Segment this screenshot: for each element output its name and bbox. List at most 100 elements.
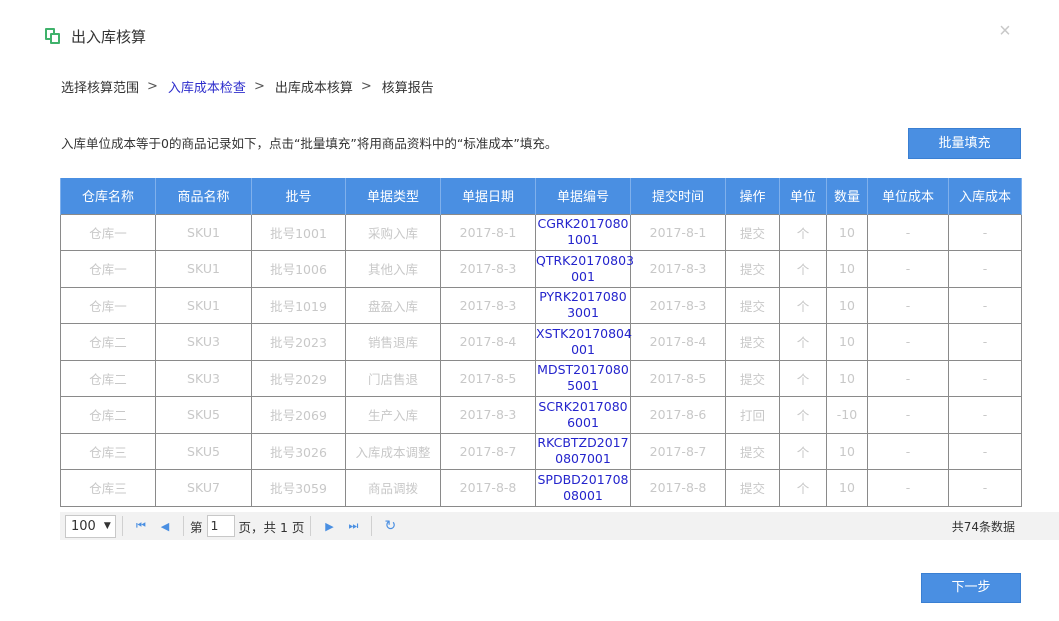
doc-number-link[interactable]: PYRK2017080 3001 [535,286,631,324]
breadcrumb-step-report[interactable]: 核算报告 [382,77,434,96]
doc-type-cell: 入库成本调整 [345,432,441,470]
warehouse-cell: 仓库一 [60,250,156,288]
column-header: 单位成本 [867,178,949,214]
action-cell: 提交 [725,359,780,397]
column-header: 批号 [251,178,346,214]
unit-cell: 个 [779,432,827,470]
unit-cost-cell: - [867,250,949,288]
warehouse-cell: 仓库二 [60,359,156,397]
doc-number-link[interactable]: XSTK20170804 001 [535,323,632,361]
breadcrumb-separator: > [147,78,158,94]
doc-type-cell: 盘盈入库 [345,286,441,324]
doc-number-link[interactable]: MDST2017080 5001 [535,359,631,397]
warehouse-cell: 仓库一 [60,213,156,251]
table-row: 仓库三 SKU5 批号3026 入库成本调整 2017-8-7 RKCBTZD2017 08… [60,432,1022,470]
doc-number-line: XSTK20170804 [536,325,632,341]
unit-cost-cell: - [867,469,949,507]
unit-cell: 个 [779,250,827,288]
doc-number-line: 3001 [567,305,599,321]
doc-type-cell: 商品调拨 [345,469,441,507]
pager-divider [122,516,123,536]
breadcrumb-step-inbound-check[interactable]: 入库成本检查 [168,77,246,96]
unit-cost-cell: - [867,396,949,434]
first-page-icon[interactable]: ⏮ [133,518,149,534]
batch-cell: 批号3059 [251,469,346,507]
doc-number-line: 6001 [567,414,599,430]
doc-number-line: 5001 [567,378,599,394]
batch-cell: 批号3026 [251,432,346,470]
inbound-cost-cell: - [948,213,1022,251]
doc-number-line: QTRK20170803 [536,252,634,268]
unit-cell: 个 [779,396,827,434]
batch-cell: 批号1006 [251,250,346,288]
copy-icon [44,27,62,45]
pager-divider [371,516,373,536]
unit-cell: 个 [779,286,827,324]
caret-down-icon: ▼ [103,521,111,531]
total-count: 共74条数据 [951,519,1015,534]
doc-number-link[interactable]: QTRK20170803 001 [535,250,634,288]
current-page-input[interactable]: 1 [206,515,235,537]
pager-divider [183,516,184,536]
inbound-cost-cell: - [948,469,1022,507]
inbound-cost-cell: - [948,286,1022,324]
submit-time-cell: 2017-8-8 [630,469,726,507]
batch-fill-button[interactable]: 批量填充 [908,128,1021,159]
batch-cell: 批号2029 [251,359,346,397]
quantity-cell: 10 [826,213,868,251]
inbound-cost-cell: - [948,359,1022,397]
sku-cell: SKU1 [155,250,252,288]
unit-cell: 个 [779,359,827,397]
unit-cell: 个 [779,323,827,361]
page-size-value: 100 [71,518,96,534]
doc-number-link[interactable]: CGRK2017080 1001 [535,213,631,251]
doc-date-cell: 2017-8-4 [440,323,536,361]
unit-cell: 个 [779,213,827,251]
doc-number-link[interactable]: SPDBD201708 08001 [535,469,631,507]
quantity-cell: 10 [826,250,868,288]
refresh-icon[interactable]: ↻ [382,518,398,534]
breadcrumb-step-scope[interactable]: 选择核算范围 [61,77,139,96]
sku-cell: SKU1 [155,213,252,251]
doc-date-cell: 2017-8-7 [440,432,536,470]
sku-cell: SKU5 [155,432,252,470]
doc-date-cell: 2017-8-3 [440,250,536,288]
batch-cell: 批号2023 [251,323,346,361]
unit-cost-cell: - [867,213,949,251]
page-size-select[interactable]: 100 ▼ [65,514,116,538]
submit-time-cell: 2017-8-4 [630,323,726,361]
quantity-cell: 10 [826,323,868,361]
doc-number-line: 08001 [563,487,603,503]
doc-number-line: 001 [571,268,595,284]
quantity-cell: 10 [826,359,868,397]
quantity-cell: -10 [826,396,868,434]
inbound-cost-cell: - [948,396,1022,434]
inbound-cost-cell: - [948,323,1022,361]
prev-page-icon[interactable]: ◀ [157,518,173,534]
next-step-button[interactable]: 下一步 [921,573,1021,603]
sku-cell: SKU3 [155,359,252,397]
quantity-cell: 10 [826,432,868,470]
unit-cell: 个 [779,469,827,507]
doc-type-cell: 采购入库 [345,213,441,251]
doc-number-link[interactable]: SCRK2017080 6001 [535,396,631,434]
doc-number-line: SPDBD201708 [537,471,629,487]
close-icon[interactable]: × [996,20,1014,42]
doc-number-line: 1001 [567,232,599,248]
quantity-cell: 10 [826,286,868,324]
doc-number-link[interactable]: RKCBTZD2017 0807001 [535,432,631,470]
dialog-title-bar: 出入库核算 [44,24,146,48]
last-page-icon[interactable]: ⏭ [345,518,361,534]
breadcrumb-step-outbound-calc[interactable]: 出库成本核算 [275,77,353,96]
action-cell: 提交 [725,323,780,361]
unit-cost-cell: - [867,359,949,397]
inbound-records-table: 仓库名称 商品名称 批号 单据类型 单据日期 单据编号 提交时间 操作 单位 数量 单位成本 入库成本… [60,178,1022,507]
doc-number-line: PYRK2017080 [539,289,627,305]
warehouse-cell: 仓库三 [60,432,156,470]
next-page-icon[interactable]: ▶ [321,518,337,534]
column-header: 仓库名称 [60,178,156,214]
column-header: 提交时间 [630,178,726,214]
column-header: 操作 [725,178,780,214]
doc-type-cell: 销售退库 [345,323,441,361]
doc-number-line: 0807001 [555,451,611,467]
